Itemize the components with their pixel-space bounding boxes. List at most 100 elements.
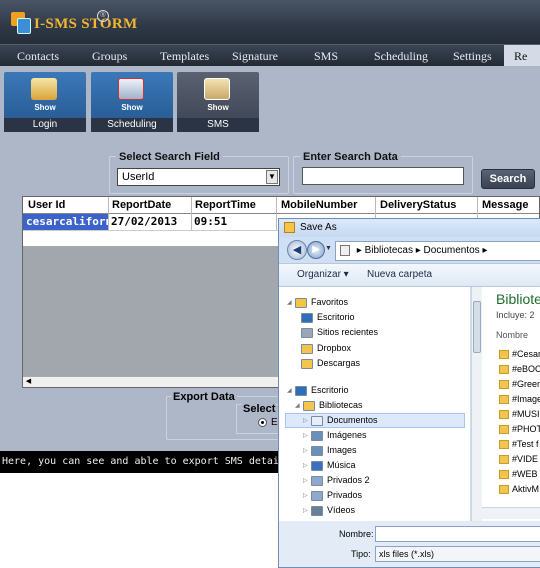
file-name: #VIDE bbox=[512, 454, 539, 464]
app-window: I-SMS STORM ® Contacts Groups Templates … bbox=[0, 0, 540, 568]
show-sms-tile[interactable]: Show SMS bbox=[177, 72, 259, 132]
tree-item-dropbox[interactable]: Dropbox bbox=[301, 343, 351, 354]
back-arrow-icon[interactable]: ◀ bbox=[287, 240, 307, 260]
pictures-icon bbox=[311, 430, 323, 441]
file-list-item[interactable]: #Test f bbox=[499, 439, 539, 450]
tile-show-label: Show bbox=[34, 103, 56, 112]
tile-show-label: Show bbox=[121, 103, 143, 112]
cell-report-date[interactable]: 27/02/2013 bbox=[111, 215, 177, 228]
file-list-item[interactable]: #Image bbox=[499, 394, 540, 405]
tree-expander-icon[interactable]: ◢ bbox=[295, 402, 303, 409]
nav-contacts[interactable]: Contacts bbox=[17, 49, 59, 64]
column-name-header[interactable]: Nombre bbox=[496, 330, 528, 340]
library-icon bbox=[311, 475, 323, 486]
nav-vertical-scrollbar[interactable] bbox=[471, 287, 482, 521]
col-report-time[interactable]: ReportTime bbox=[195, 199, 256, 211]
dialog-titlebar[interactable]: Save As bbox=[279, 219, 540, 237]
file-list-item[interactable]: #MUSI bbox=[499, 409, 540, 420]
search-field-select[interactable]: UserId bbox=[117, 168, 280, 186]
file-list-item[interactable]: #eBOO bbox=[499, 364, 540, 375]
scroll-left-icon[interactable]: ◀ bbox=[23, 377, 34, 387]
forward-arrow-icon[interactable]: ▶ bbox=[307, 241, 325, 259]
folder-icon bbox=[499, 380, 509, 390]
file-list-item[interactable]: #VIDE bbox=[499, 454, 539, 465]
breadcrumb-documentos[interactable]: Documentos bbox=[424, 245, 480, 256]
folder-icon bbox=[499, 485, 509, 495]
column-divider bbox=[108, 197, 109, 230]
file-list-item[interactable]: #PHOT bbox=[499, 424, 540, 435]
breadcrumb-separator: ▸ bbox=[415, 245, 424, 256]
chevron-down-icon[interactable]: ▼ bbox=[266, 170, 278, 184]
desktop-icon bbox=[301, 312, 313, 323]
tree-item-descargas[interactable]: Descargas bbox=[301, 358, 360, 369]
search-input[interactable] bbox=[302, 167, 464, 185]
cell-report-time[interactable]: 09:51 bbox=[194, 215, 227, 228]
organize-button[interactable]: Organizar ▾ bbox=[297, 269, 349, 280]
nav-settings[interactable]: Settings bbox=[453, 49, 492, 64]
cell-user-id[interactable]: cesarcalifornia bbox=[23, 214, 125, 230]
grid-header: User Id ReportDate ReportTime MobileNumb… bbox=[23, 197, 539, 214]
address-bar: ◀ ▶ ▼ ▸ Bibliotecas ▸ Documentos ▸ bbox=[279, 237, 540, 263]
folder-icon bbox=[284, 222, 295, 233]
nav-groups[interactable]: Groups bbox=[92, 49, 127, 64]
tree-item-imágenes[interactable]: ▷ Imágenes bbox=[303, 430, 367, 441]
filename-input[interactable] bbox=[375, 526, 540, 542]
file-name: #eBOO bbox=[512, 364, 540, 374]
tree-expander-icon[interactable]: ▷ bbox=[303, 492, 311, 499]
nav-scheduling[interactable]: Scheduling bbox=[374, 49, 428, 64]
search-button[interactable]: Search bbox=[481, 169, 535, 189]
tree-item-privados[interactable]: ▷ Privados bbox=[303, 490, 362, 501]
main-nav: Contacts Groups Templates Signature SMS … bbox=[0, 44, 540, 66]
tree-item-música[interactable]: ▷ Música bbox=[303, 460, 356, 471]
col-mobile-number[interactable]: MobileNumber bbox=[281, 199, 357, 211]
col-message[interactable]: Message bbox=[482, 199, 528, 211]
tree-item-label: Sitios recientes bbox=[317, 327, 379, 337]
file-name: #WEB R bbox=[512, 469, 540, 479]
nav-templates[interactable]: Templates bbox=[160, 49, 209, 64]
calendar-icon bbox=[118, 78, 144, 100]
tree-item-documentos[interactable]: ▷ Documentos bbox=[303, 415, 378, 426]
file-list-item[interactable]: #Cesar bbox=[499, 349, 540, 360]
tree-item-bibliotecas[interactable]: ◢ Bibliotecas bbox=[295, 400, 363, 411]
new-folder-button[interactable]: Nueva carpeta bbox=[367, 269, 432, 280]
address-path[interactable]: ▸ Bibliotecas ▸ Documentos ▸ bbox=[335, 241, 540, 261]
content-horizontal-scrollbar[interactable] bbox=[482, 507, 540, 519]
tree-item-images[interactable]: ▷ Images bbox=[303, 445, 357, 456]
tree-item-label: Favoritos bbox=[311, 297, 349, 307]
tree-item-escritorio[interactable]: ◢ Escritorio bbox=[287, 385, 349, 396]
file-list-item[interactable]: #Green bbox=[499, 379, 540, 390]
tree-expander-icon[interactable]: ▷ bbox=[303, 432, 311, 439]
tree-expander-icon[interactable]: ▷ bbox=[303, 462, 311, 469]
nav-reports[interactable]: Re bbox=[504, 45, 540, 66]
scroll-thumb[interactable] bbox=[473, 301, 481, 353]
tree-expander-icon[interactable]: ▷ bbox=[303, 477, 311, 484]
tile-caption: Login bbox=[4, 118, 86, 132]
export-title: Export Data bbox=[171, 391, 237, 403]
tree-item-vídeos[interactable]: ▷ Vídeos bbox=[303, 505, 355, 516]
nav-sms[interactable]: SMS bbox=[314, 49, 338, 64]
tree-item-escritorio[interactable]: Escritorio bbox=[301, 312, 355, 323]
tree-expander-icon[interactable]: ▷ bbox=[303, 507, 311, 514]
col-user-id[interactable]: User Id bbox=[28, 199, 65, 211]
export-radio[interactable] bbox=[258, 418, 267, 427]
nav-signature[interactable]: Signature bbox=[232, 49, 278, 64]
tree-item-label: Bibliotecas bbox=[319, 400, 363, 410]
col-delivery-status[interactable]: DeliveryStatus bbox=[380, 199, 456, 211]
tree-item-favoritos[interactable]: ◢ Favoritos bbox=[287, 297, 348, 308]
file-list-item[interactable]: AktivM bbox=[499, 484, 539, 495]
show-scheduling-tile[interactable]: Show Scheduling bbox=[91, 72, 173, 132]
chevron-down-icon[interactable]: ▼ bbox=[325, 245, 332, 252]
tree-item-privados-2[interactable]: ▷ Privados 2 bbox=[303, 475, 370, 486]
filetype-select[interactable]: xls files (*.xls) bbox=[375, 546, 540, 562]
tree-expander-icon[interactable]: ◢ bbox=[287, 299, 295, 306]
breadcrumb-bibliotecas[interactable]: Bibliotecas bbox=[365, 245, 413, 256]
tree-expander-icon[interactable]: ◢ bbox=[287, 387, 295, 394]
file-name: #Image bbox=[512, 394, 540, 404]
tree-expander-icon[interactable]: ▷ bbox=[303, 417, 311, 424]
tree-expander-icon[interactable]: ▷ bbox=[303, 447, 311, 454]
show-login-tile[interactable]: Show Login bbox=[4, 72, 86, 132]
tree-item-sitios-recientes[interactable]: Sitios recientes bbox=[301, 327, 378, 338]
col-report-date[interactable]: ReportDate bbox=[112, 199, 171, 211]
search-data-title: Enter Search Data bbox=[300, 151, 401, 163]
file-list-item[interactable]: #WEB R bbox=[499, 469, 540, 480]
